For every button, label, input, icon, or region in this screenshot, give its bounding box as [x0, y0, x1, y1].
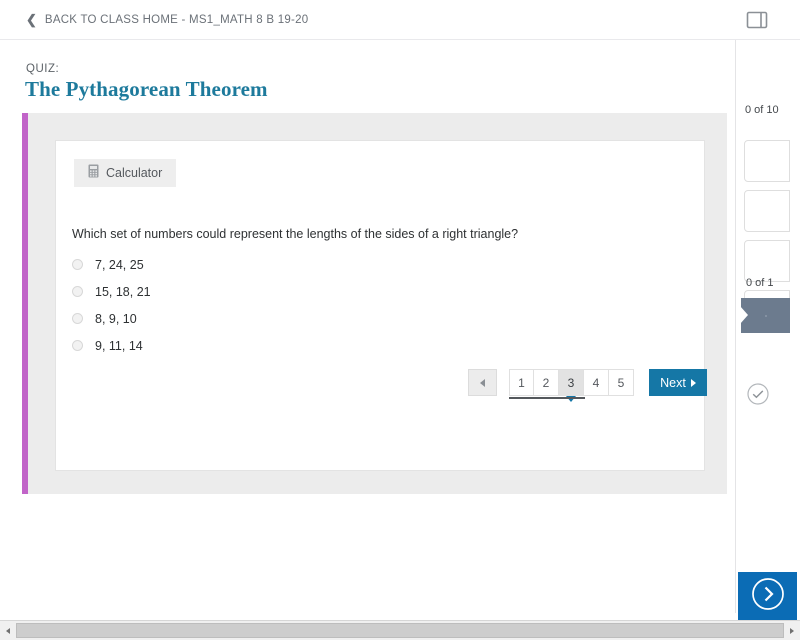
radio-button-icon[interactable]: [72, 259, 83, 270]
calculator-label: Calculator: [106, 166, 163, 180]
quiz-page: ❮ BACK TO CLASS HOME - MS1_MATH 8 B 19-2…: [0, 0, 800, 640]
sidebar-panel-icon[interactable]: [744, 8, 770, 32]
triangle-left-icon: [480, 378, 485, 387]
answer-option[interactable]: 8, 9, 10: [72, 305, 522, 332]
page-number-button[interactable]: 4: [584, 369, 609, 396]
next-page-button[interactable]: Next: [649, 369, 707, 396]
pagination: 1 2 3 4 5 Next: [468, 369, 707, 399]
right-rail-panel: 0 of 10 0 of 1: [735, 40, 800, 613]
question-text: Which set of numbers could represent the…: [72, 227, 519, 241]
page-number-button[interactable]: 1: [509, 369, 534, 396]
answer-option-label: 7, 24, 25: [95, 257, 144, 272]
horizontal-scrollbar[interactable]: [0, 620, 800, 640]
calculator-icon: [88, 164, 99, 183]
answer-options-group: 7, 24, 25 15, 18, 21 8, 9, 10 9, 11, 14: [72, 251, 522, 359]
check-circle-icon[interactable]: [746, 382, 770, 406]
marker-dot-icon: [764, 314, 767, 317]
triangle-right-icon: [690, 378, 696, 387]
chevron-left-icon: ❮: [26, 12, 37, 27]
item-score-label: 0 of 1: [746, 277, 774, 289]
next-section-button[interactable]: [738, 572, 797, 621]
scrollbar-thumb[interactable]: [16, 623, 784, 638]
answer-option[interactable]: 9, 11, 14: [72, 332, 522, 359]
accent-bar: [22, 113, 28, 494]
current-question-marker[interactable]: [740, 298, 790, 333]
answer-option[interactable]: 15, 18, 21: [72, 278, 522, 305]
chevron-right-circle-icon: [750, 576, 786, 617]
top-header-bar: ❮ BACK TO CLASS HOME - MS1_MATH 8 B 19-2…: [0, 0, 800, 40]
pagination-progress-underline: [509, 397, 585, 399]
scroll-right-arrow-icon[interactable]: [784, 621, 800, 640]
rail-question-box[interactable]: [744, 190, 790, 232]
radio-button-icon[interactable]: [72, 286, 83, 297]
answer-option-label: 15, 18, 21: [95, 284, 151, 299]
radio-button-icon[interactable]: [72, 340, 83, 351]
page-number-button[interactable]: 2: [534, 369, 559, 396]
previous-page-button[interactable]: [468, 369, 497, 396]
question-card: Calculator Which set of numbers could re…: [55, 140, 707, 471]
answer-option[interactable]: 7, 24, 25: [72, 251, 522, 278]
answer-option-label: 8, 9, 10: [95, 311, 137, 326]
page-title: The Pythagorean Theorem: [25, 77, 268, 101]
scroll-left-arrow-icon[interactable]: [0, 621, 16, 640]
quiz-content-panel: Calculator Which set of numbers could re…: [22, 113, 727, 494]
rail-question-box[interactable]: [744, 140, 790, 182]
quiz-kicker-label: QUIZ:: [26, 63, 60, 75]
page-number-list: 1 2 3 4 5: [509, 369, 634, 399]
calculator-button[interactable]: Calculator: [74, 159, 177, 187]
page-number-button-active[interactable]: 3: [559, 369, 584, 396]
back-to-class-home-label: BACK TO CLASS HOME - MS1_MATH 8 B 19-20: [44, 13, 309, 26]
next-page-label: Next: [660, 375, 686, 390]
page-number-button[interactable]: 5: [609, 369, 634, 396]
rail-question-box[interactable]: [744, 240, 790, 282]
back-to-class-home-link[interactable]: ❮ BACK TO CLASS HOME - MS1_MATH 8 B 19-2…: [26, 13, 308, 26]
answer-option-label: 9, 11, 14: [95, 338, 143, 353]
total-score-label: 0 of 10: [745, 104, 779, 116]
radio-button-icon[interactable]: [72, 313, 83, 324]
